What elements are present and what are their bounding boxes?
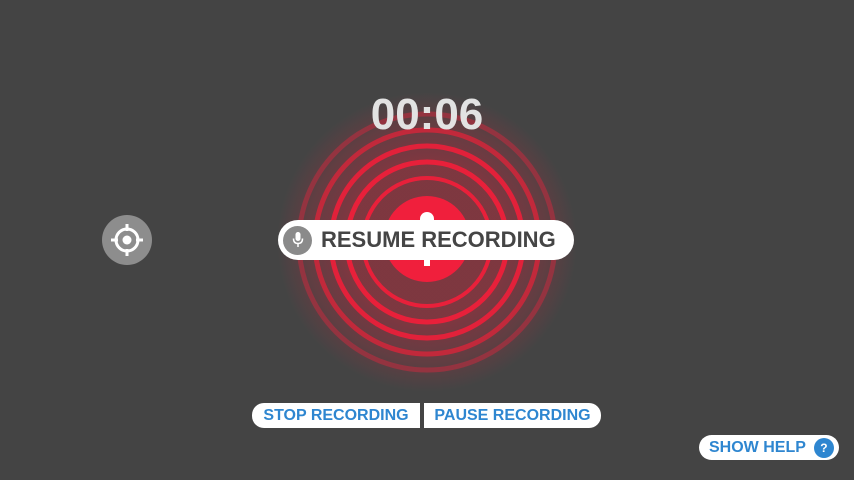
recording-screen: 00:06 RESUME RECORDING STOP RECORDING PA…: [0, 0, 854, 480]
show-help-label: SHOW HELP: [709, 438, 806, 456]
show-help-button[interactable]: SHOW HELP ?: [699, 435, 839, 460]
resume-recording-button[interactable]: RESUME RECORDING: [278, 220, 574, 260]
crosshair-icon: [111, 224, 143, 256]
locate-button[interactable]: [102, 215, 152, 265]
stop-recording-button[interactable]: STOP RECORDING: [252, 403, 420, 428]
recording-timer: 00:06: [370, 90, 484, 139]
pause-recording-button[interactable]: PAUSE RECORDING: [424, 403, 601, 428]
question-icon: ?: [813, 437, 834, 458]
microphone-icon: [283, 225, 312, 255]
recording-actions: STOP RECORDING PAUSE RECORDING: [252, 403, 601, 428]
resume-recording-label: RESUME RECORDING: [321, 227, 556, 252]
